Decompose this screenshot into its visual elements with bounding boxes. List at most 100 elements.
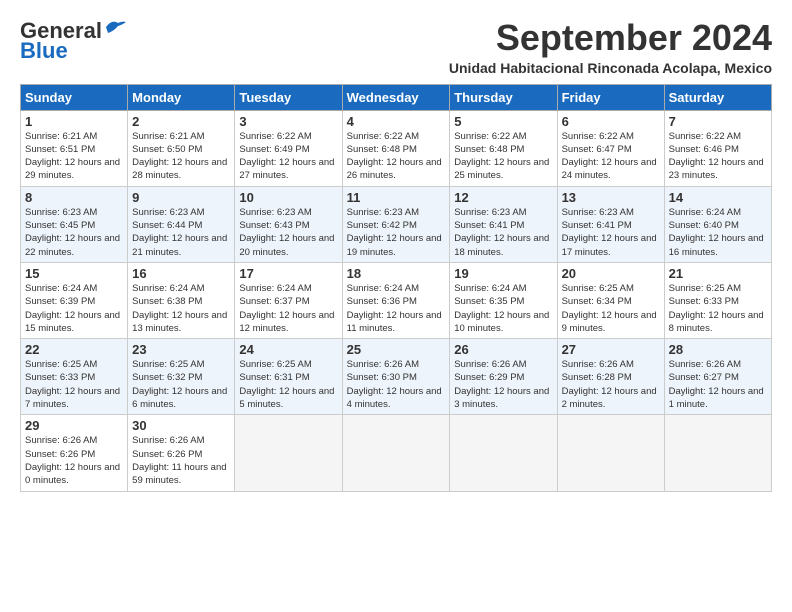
day-number: 1 [25, 114, 123, 129]
day-info: Sunrise: 6:23 AMSunset: 6:45 PMDaylight:… [25, 206, 123, 259]
calendar-cell-28: 28Sunrise: 6:26 AMSunset: 6:27 PMDayligh… [664, 339, 771, 415]
day-info: Sunrise: 6:24 AMSunset: 6:39 PMDaylight:… [25, 282, 123, 335]
day-number: 30 [132, 418, 230, 433]
day-info: Sunrise: 6:23 AMSunset: 6:41 PMDaylight:… [454, 206, 552, 259]
calendar-row-1: 1Sunrise: 6:21 AMSunset: 6:51 PMDaylight… [21, 110, 772, 186]
day-info: Sunrise: 6:26 AMSunset: 6:26 PMDaylight:… [25, 434, 123, 487]
subtitle: Unidad Habitacional Rinconada Acolapa, M… [126, 60, 772, 76]
calendar-cell-19: 19Sunrise: 6:24 AMSunset: 6:35 PMDayligh… [450, 262, 557, 338]
calendar-header-sunday: Sunday [21, 84, 128, 110]
logo-blue: Blue [20, 38, 68, 64]
day-info: Sunrise: 6:24 AMSunset: 6:35 PMDaylight:… [454, 282, 552, 335]
header: General Blue September 2024 Unidad Habit… [20, 18, 772, 76]
calendar-cell-15: 15Sunrise: 6:24 AMSunset: 6:39 PMDayligh… [21, 262, 128, 338]
day-info: Sunrise: 6:23 AMSunset: 6:41 PMDaylight:… [562, 206, 660, 259]
calendar-header-row: SundayMondayTuesdayWednesdayThursdayFrid… [21, 84, 772, 110]
logo-bird-icon [104, 19, 126, 35]
day-number: 8 [25, 190, 123, 205]
day-number: 11 [347, 190, 446, 205]
day-info: Sunrise: 6:26 AMSunset: 6:28 PMDaylight:… [562, 358, 660, 411]
day-info: Sunrise: 6:24 AMSunset: 6:38 PMDaylight:… [132, 282, 230, 335]
calendar-cell-5: 5Sunrise: 6:22 AMSunset: 6:48 PMDaylight… [450, 110, 557, 186]
day-number: 10 [239, 190, 337, 205]
day-number: 25 [347, 342, 446, 357]
day-number: 20 [562, 266, 660, 281]
day-number: 9 [132, 190, 230, 205]
day-info: Sunrise: 6:25 AMSunset: 6:31 PMDaylight:… [239, 358, 337, 411]
page: General Blue September 2024 Unidad Habit… [0, 0, 792, 502]
calendar-header-saturday: Saturday [664, 84, 771, 110]
day-number: 6 [562, 114, 660, 129]
day-info: Sunrise: 6:21 AMSunset: 6:50 PMDaylight:… [132, 130, 230, 183]
day-info: Sunrise: 6:22 AMSunset: 6:48 PMDaylight:… [347, 130, 446, 183]
logo: General Blue [20, 18, 126, 64]
day-number: 21 [669, 266, 767, 281]
day-info: Sunrise: 6:26 AMSunset: 6:30 PMDaylight:… [347, 358, 446, 411]
day-info: Sunrise: 6:25 AMSunset: 6:33 PMDaylight:… [669, 282, 767, 335]
calendar-cell-16: 16Sunrise: 6:24 AMSunset: 6:38 PMDayligh… [128, 262, 235, 338]
calendar-cell-26: 26Sunrise: 6:26 AMSunset: 6:29 PMDayligh… [450, 339, 557, 415]
calendar-cell-empty [557, 415, 664, 491]
day-number: 19 [454, 266, 552, 281]
calendar-cell-13: 13Sunrise: 6:23 AMSunset: 6:41 PMDayligh… [557, 186, 664, 262]
day-number: 12 [454, 190, 552, 205]
calendar-row-5: 29Sunrise: 6:26 AMSunset: 6:26 PMDayligh… [21, 415, 772, 491]
day-info: Sunrise: 6:26 AMSunset: 6:26 PMDaylight:… [132, 434, 230, 487]
day-number: 18 [347, 266, 446, 281]
calendar-cell-empty [664, 415, 771, 491]
day-info: Sunrise: 6:24 AMSunset: 6:37 PMDaylight:… [239, 282, 337, 335]
calendar-table: SundayMondayTuesdayWednesdayThursdayFrid… [20, 84, 772, 492]
day-info: Sunrise: 6:26 AMSunset: 6:29 PMDaylight:… [454, 358, 552, 411]
day-number: 4 [347, 114, 446, 129]
calendar-header-thursday: Thursday [450, 84, 557, 110]
day-number: 13 [562, 190, 660, 205]
day-info: Sunrise: 6:22 AMSunset: 6:49 PMDaylight:… [239, 130, 337, 183]
calendar-cell-3: 3Sunrise: 6:22 AMSunset: 6:49 PMDaylight… [235, 110, 342, 186]
calendar-cell-6: 6Sunrise: 6:22 AMSunset: 6:47 PMDaylight… [557, 110, 664, 186]
day-number: 22 [25, 342, 123, 357]
calendar-cell-21: 21Sunrise: 6:25 AMSunset: 6:33 PMDayligh… [664, 262, 771, 338]
day-info: Sunrise: 6:21 AMSunset: 6:51 PMDaylight:… [25, 130, 123, 183]
day-number: 2 [132, 114, 230, 129]
calendar-cell-23: 23Sunrise: 6:25 AMSunset: 6:32 PMDayligh… [128, 339, 235, 415]
day-number: 5 [454, 114, 552, 129]
day-number: 27 [562, 342, 660, 357]
day-number: 24 [239, 342, 337, 357]
day-info: Sunrise: 6:23 AMSunset: 6:42 PMDaylight:… [347, 206, 446, 259]
calendar-row-3: 15Sunrise: 6:24 AMSunset: 6:39 PMDayligh… [21, 262, 772, 338]
day-number: 16 [132, 266, 230, 281]
day-number: 29 [25, 418, 123, 433]
month-title: September 2024 [126, 18, 772, 58]
calendar-cell-30: 30Sunrise: 6:26 AMSunset: 6:26 PMDayligh… [128, 415, 235, 491]
day-info: Sunrise: 6:24 AMSunset: 6:36 PMDaylight:… [347, 282, 446, 335]
day-info: Sunrise: 6:23 AMSunset: 6:44 PMDaylight:… [132, 206, 230, 259]
calendar-cell-22: 22Sunrise: 6:25 AMSunset: 6:33 PMDayligh… [21, 339, 128, 415]
day-number: 28 [669, 342, 767, 357]
day-info: Sunrise: 6:23 AMSunset: 6:43 PMDaylight:… [239, 206, 337, 259]
calendar-cell-4: 4Sunrise: 6:22 AMSunset: 6:48 PMDaylight… [342, 110, 450, 186]
calendar-cell-17: 17Sunrise: 6:24 AMSunset: 6:37 PMDayligh… [235, 262, 342, 338]
calendar-header-friday: Friday [557, 84, 664, 110]
calendar-cell-10: 10Sunrise: 6:23 AMSunset: 6:43 PMDayligh… [235, 186, 342, 262]
calendar-cell-29: 29Sunrise: 6:26 AMSunset: 6:26 PMDayligh… [21, 415, 128, 491]
calendar-cell-25: 25Sunrise: 6:26 AMSunset: 6:30 PMDayligh… [342, 339, 450, 415]
calendar-row-4: 22Sunrise: 6:25 AMSunset: 6:33 PMDayligh… [21, 339, 772, 415]
day-info: Sunrise: 6:22 AMSunset: 6:46 PMDaylight:… [669, 130, 767, 183]
calendar-cell-2: 2Sunrise: 6:21 AMSunset: 6:50 PMDaylight… [128, 110, 235, 186]
calendar-cell-8: 8Sunrise: 6:23 AMSunset: 6:45 PMDaylight… [21, 186, 128, 262]
day-info: Sunrise: 6:22 AMSunset: 6:48 PMDaylight:… [454, 130, 552, 183]
day-number: 3 [239, 114, 337, 129]
calendar-cell-18: 18Sunrise: 6:24 AMSunset: 6:36 PMDayligh… [342, 262, 450, 338]
calendar-cell-9: 9Sunrise: 6:23 AMSunset: 6:44 PMDaylight… [128, 186, 235, 262]
day-number: 7 [669, 114, 767, 129]
day-info: Sunrise: 6:26 AMSunset: 6:27 PMDaylight:… [669, 358, 767, 411]
day-info: Sunrise: 6:25 AMSunset: 6:33 PMDaylight:… [25, 358, 123, 411]
day-number: 23 [132, 342, 230, 357]
calendar-cell-empty [235, 415, 342, 491]
day-info: Sunrise: 6:24 AMSunset: 6:40 PMDaylight:… [669, 206, 767, 259]
calendar-cell-11: 11Sunrise: 6:23 AMSunset: 6:42 PMDayligh… [342, 186, 450, 262]
day-number: 14 [669, 190, 767, 205]
title-area: September 2024 Unidad Habitacional Rinco… [126, 18, 772, 76]
day-info: Sunrise: 6:22 AMSunset: 6:47 PMDaylight:… [562, 130, 660, 183]
calendar-row-2: 8Sunrise: 6:23 AMSunset: 6:45 PMDaylight… [21, 186, 772, 262]
